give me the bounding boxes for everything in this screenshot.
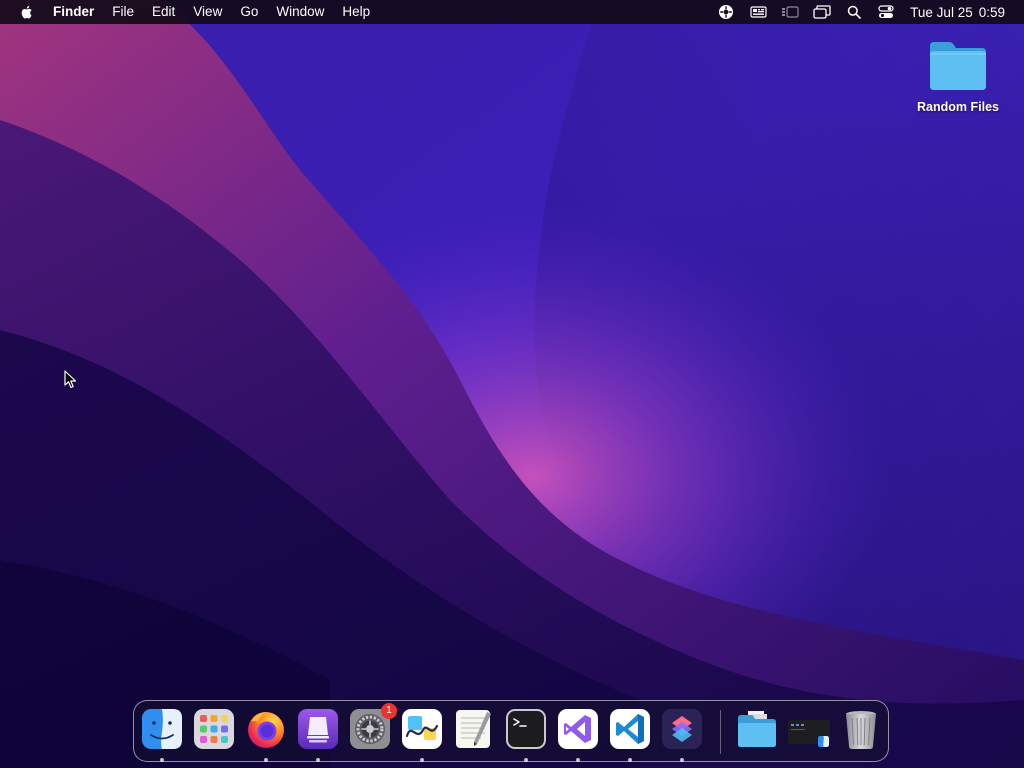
menu-view[interactable]: View bbox=[184, 0, 231, 24]
dock-item-visual-studio[interactable] bbox=[557, 708, 599, 762]
clock-date: Tue Jul 25 bbox=[910, 4, 973, 20]
folder-icon bbox=[930, 42, 986, 90]
mouse-cursor bbox=[64, 370, 77, 389]
menu-edit[interactable]: Edit bbox=[143, 0, 184, 24]
running-indicator bbox=[680, 758, 684, 762]
menu-bar: Finder File Edit View Go Window Help Tue… bbox=[0, 0, 1024, 24]
dock-item-finder[interactable] bbox=[141, 708, 183, 762]
terminal-icon bbox=[506, 709, 546, 749]
dock-item-textedit[interactable] bbox=[453, 708, 495, 750]
dock-separator bbox=[720, 710, 721, 754]
running-indicator bbox=[576, 758, 580, 762]
trash-icon bbox=[846, 711, 876, 749]
dock-item-shortcuts[interactable] bbox=[661, 708, 703, 762]
dock-item-freeform[interactable] bbox=[401, 708, 443, 762]
menu-help[interactable]: Help bbox=[333, 0, 379, 24]
firefox-icon bbox=[248, 712, 284, 748]
dock-item-firefox[interactable] bbox=[245, 708, 287, 762]
menu-clock[interactable]: Tue Jul 25 0:59 bbox=[910, 5, 1005, 20]
dock-item-apple-configurator[interactable] bbox=[297, 708, 339, 762]
dock-item-finder-window[interactable] bbox=[788, 708, 830, 750]
running-indicator bbox=[160, 758, 164, 762]
dock-item-system-settings[interactable]: 1 bbox=[349, 703, 397, 750]
textedit-icon bbox=[456, 710, 491, 748]
dock-item-downloads[interactable] bbox=[736, 708, 778, 750]
control-center-icon[interactable] bbox=[877, 3, 895, 21]
dock-item-launchpad[interactable] bbox=[193, 708, 235, 750]
desktop: Finder File Edit View Go Window Help Tue… bbox=[0, 0, 1024, 768]
apple-menu-icon[interactable] bbox=[19, 4, 35, 20]
desktop-folder-random-files[interactable]: Random Files bbox=[912, 38, 1004, 114]
menu-window[interactable]: Window bbox=[267, 0, 333, 24]
running-indicator bbox=[264, 758, 268, 762]
downloads-folder-icon bbox=[738, 711, 776, 747]
freeform-icon bbox=[402, 709, 442, 749]
visual-studio-icon bbox=[558, 709, 598, 749]
apple-configurator-icon bbox=[298, 709, 338, 749]
vscode-icon bbox=[610, 709, 650, 749]
running-indicator bbox=[628, 758, 632, 762]
running-indicator bbox=[316, 758, 320, 762]
dock-item-trash[interactable] bbox=[840, 708, 882, 750]
clock-time: 0:59 bbox=[978, 4, 1005, 20]
menu-app-name[interactable]: Finder bbox=[53, 0, 103, 24]
keyboard-viewer-icon[interactable] bbox=[749, 3, 767, 21]
running-indicator bbox=[420, 758, 424, 762]
screen-mirroring-icon[interactable] bbox=[813, 3, 831, 21]
running-indicator bbox=[524, 758, 528, 762]
notification-badge: 1 bbox=[381, 703, 397, 719]
menu-file[interactable]: File bbox=[103, 0, 143, 24]
shortcuts-icon bbox=[662, 709, 702, 749]
finder-icon bbox=[142, 709, 182, 749]
spotlight-search-icon[interactable] bbox=[845, 3, 863, 21]
menu-go[interactable]: Go bbox=[231, 0, 267, 24]
dock: 1 bbox=[133, 700, 889, 762]
finder-window-icon bbox=[788, 720, 830, 747]
wheel-icon[interactable] bbox=[717, 3, 735, 21]
wallpaper bbox=[0, 0, 1024, 768]
desktop-folder-label: Random Files bbox=[917, 100, 999, 114]
dock-item-terminal[interactable] bbox=[505, 708, 547, 762]
dock-item-vscode[interactable] bbox=[609, 708, 651, 762]
stage-manager-icon[interactable] bbox=[781, 3, 799, 21]
launchpad-icon bbox=[194, 709, 234, 749]
